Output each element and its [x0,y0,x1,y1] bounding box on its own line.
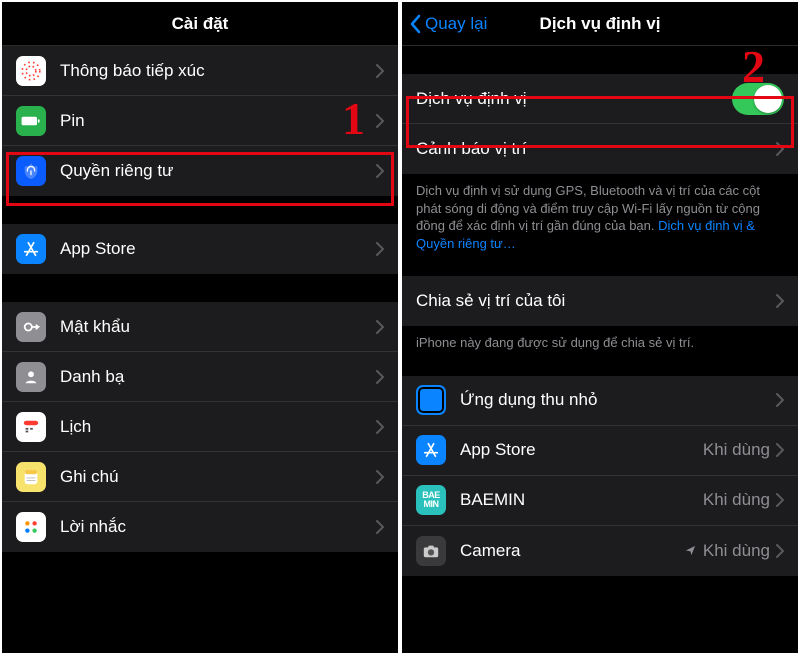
baemin-icon: BAEMIN [416,485,446,515]
toggle-location[interactable] [732,83,784,115]
navbar-left: Cài đặt [2,2,398,46]
row-battery[interactable]: Pin [2,96,398,146]
row-label: Ứng dụng thu nhỏ [460,390,776,410]
row-label: BAEMIN [460,490,703,510]
row-label: Danh bạ [60,367,376,387]
chevron-right-icon [376,370,384,384]
battery-icon [16,106,46,136]
row-label: Chia sẻ vị trí của tôi [416,291,776,311]
location-arrow-icon [684,545,697,556]
chevron-right-icon [776,443,784,457]
chevron-right-icon [376,320,384,334]
row-value: Khi dùng [684,541,770,561]
row-label: App Store [460,440,703,460]
row-reminders[interactable]: Lời nhắc [2,502,398,552]
chevron-right-icon [776,493,784,507]
row-exposure[interactable]: Thông báo tiếp xúc [2,46,398,96]
appclips-icon [416,385,446,415]
row-appstore[interactable]: App Store [2,224,398,274]
row-location-alerts[interactable]: Cảnh báo vị trí [402,124,798,174]
row-app-appstore[interactable]: App Store Khi dùng [402,426,798,476]
content-left: Thông báo tiếp xúc Pin Quyền riêng tư [2,46,398,653]
exposure-icon [16,56,46,86]
row-app-camera[interactable]: Camera Khi dùng [402,526,798,576]
row-label: Lời nhắc [60,517,376,537]
page-title: Cài đặt [172,14,229,34]
row-label: Quyền riêng tư [60,161,376,181]
chevron-right-icon [776,393,784,407]
chevron-right-icon [376,164,384,178]
screenshot-left: Cài đặt Thông báo tiếp xúc Pin [2,2,398,653]
chevron-right-icon [376,114,384,128]
chevron-right-icon [776,544,784,558]
footer-text-2: iPhone này đang được sử dụng để chia sẻ … [402,326,798,364]
row-app-clips[interactable]: Ứng dụng thu nhỏ [402,376,798,426]
row-label: App Store [60,239,376,259]
chevron-right-icon [376,64,384,78]
chevron-right-icon [776,142,784,156]
chevron-right-icon [376,242,384,256]
appstore-icon [416,435,446,465]
row-label: Cảnh báo vị trí [416,139,776,159]
reminders-icon [16,512,46,542]
calendar-icon [16,412,46,442]
row-privacy[interactable]: Quyền riêng tư [2,146,398,196]
row-label: Ghi chú [60,467,376,487]
footer-text-1: Dịch vụ định vị sử dụng GPS, Bluetooth v… [402,174,798,264]
back-button[interactable]: Quay lại [408,2,487,45]
chevron-right-icon [376,470,384,484]
chevron-right-icon [776,294,784,308]
row-app-baemin[interactable]: BAEMIN BAEMIN Khi dùng [402,476,798,526]
chevron-right-icon [376,520,384,534]
key-icon [16,312,46,342]
privacy-icon [16,156,46,186]
row-share-location[interactable]: Chia sẻ vị trí của tôi [402,276,798,326]
row-value: Khi dùng [703,490,770,510]
row-label: Camera [460,541,684,561]
row-passwords[interactable]: Mật khẩu [2,302,398,352]
chevron-right-icon [376,420,384,434]
row-calendar[interactable]: Lịch [2,402,398,452]
back-label: Quay lại [425,14,487,34]
appstore-icon [16,234,46,264]
row-contacts[interactable]: Danh bạ [2,352,398,402]
row-notes[interactable]: Ghi chú [2,452,398,502]
row-label: Mật khẩu [60,317,376,337]
screenshot-right: Quay lại Dịch vụ định vị Dịch vụ định vị… [402,2,798,653]
navbar-right: Quay lại Dịch vụ định vị [402,2,798,46]
row-location-services[interactable]: Dịch vụ định vị [402,74,798,124]
row-label: Lịch [60,417,376,437]
contacts-icon [16,362,46,392]
content-right: Dịch vụ định vị Cảnh báo vị trí Dịch vụ … [402,46,798,653]
page-title: Dịch vụ định vị [540,14,661,34]
row-value: Khi dùng [703,440,770,460]
camera-icon [416,536,446,566]
row-label: Dịch vụ định vị [416,89,732,109]
notes-icon [16,462,46,492]
row-label: Thông báo tiếp xúc [60,61,376,81]
row-label: Pin [60,111,376,131]
